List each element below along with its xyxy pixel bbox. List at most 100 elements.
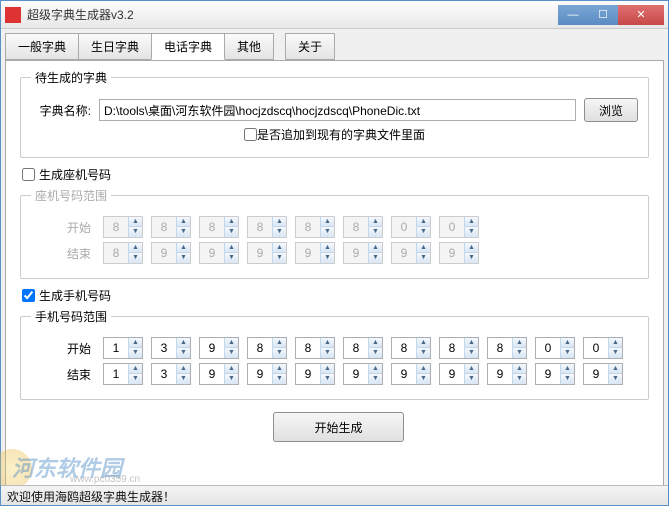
browse-button[interactable]: 浏览 — [584, 98, 638, 122]
digit-spinner[interactable]: 9▲▼ — [199, 337, 239, 359]
digit-spinner[interactable]: 1▲▼ — [103, 363, 143, 385]
spinner-up-icon[interactable]: ▲ — [512, 364, 526, 374]
spinner-up-icon[interactable]: ▲ — [464, 364, 478, 374]
spinner-up-icon[interactable]: ▲ — [224, 338, 238, 348]
digit-spinner[interactable]: 9▲▼ — [295, 363, 335, 385]
digit-spinner[interactable]: 8▲▼ — [391, 337, 431, 359]
digit-spinner[interactable]: 9▲▼ — [583, 363, 623, 385]
window-title: 超级字典生成器v3.2 — [27, 6, 558, 23]
spinner-up-icon: ▲ — [320, 217, 334, 227]
spinner-down-icon[interactable]: ▼ — [272, 348, 286, 358]
digit-spinner: 8▲▼ — [199, 216, 239, 238]
titlebar: 超级字典生成器v3.2 — ☐ ✕ — [1, 1, 668, 29]
spinner-down-icon[interactable]: ▼ — [416, 348, 430, 358]
spinner-up-icon[interactable]: ▲ — [368, 338, 382, 348]
digit-spinner: 9▲▼ — [391, 242, 431, 264]
spinner-up-icon[interactable]: ▲ — [224, 364, 238, 374]
spinner-down-icon: ▼ — [320, 253, 334, 263]
spinner-down-icon[interactable]: ▼ — [224, 374, 238, 384]
digit-spinner[interactable]: 9▲▼ — [487, 363, 527, 385]
landline-enable-checkbox[interactable] — [22, 168, 35, 181]
digit-spinner[interactable]: 8▲▼ — [295, 337, 335, 359]
spinner-up-icon[interactable]: ▲ — [272, 364, 286, 374]
digit-spinner[interactable]: 9▲▼ — [439, 363, 479, 385]
spinner-up-icon: ▲ — [368, 217, 382, 227]
digit-spinner[interactable]: 3▲▼ — [151, 363, 191, 385]
mobile-enable-checkbox[interactable] — [22, 289, 35, 302]
tab-phone[interactable]: 电话字典 — [151, 33, 225, 60]
close-button[interactable]: ✕ — [618, 5, 664, 25]
digit-spinner[interactable]: 9▲▼ — [199, 363, 239, 385]
dict-path-input[interactable] — [99, 99, 576, 121]
spinner-up-icon[interactable]: ▲ — [608, 364, 622, 374]
spinner-up-icon[interactable]: ▲ — [560, 364, 574, 374]
spinner-up-icon[interactable]: ▲ — [176, 364, 190, 374]
dict-group-legend: 待生成的字典 — [31, 69, 111, 86]
digit-spinner[interactable]: 3▲▼ — [151, 337, 191, 359]
tab-general[interactable]: 一般字典 — [5, 33, 79, 60]
spinner-down-icon: ▼ — [176, 253, 190, 263]
digit-spinner[interactable]: 8▲▼ — [247, 337, 287, 359]
digit-spinner[interactable]: 8▲▼ — [487, 337, 527, 359]
spinner-up-icon[interactable]: ▲ — [320, 364, 334, 374]
spinner-up-icon[interactable]: ▲ — [560, 338, 574, 348]
spinner-up-icon[interactable]: ▲ — [128, 364, 142, 374]
spinner-up-icon[interactable]: ▲ — [416, 364, 430, 374]
digit-spinner[interactable]: 1▲▼ — [103, 337, 143, 359]
digit-spinner[interactable]: 9▲▼ — [535, 363, 575, 385]
spinner-down-icon[interactable]: ▼ — [128, 374, 142, 384]
landline-range-legend: 座机号码范围 — [31, 187, 111, 204]
tab-birthday[interactable]: 生日字典 — [78, 33, 152, 60]
spinner-value: 1 — [104, 367, 128, 381]
watermark-icon — [0, 449, 32, 489]
minimize-button[interactable]: — — [558, 5, 588, 25]
spinner-down-icon[interactable]: ▼ — [176, 374, 190, 384]
spinner-value: 8 — [200, 220, 224, 234]
digit-spinner[interactable]: 8▲▼ — [343, 337, 383, 359]
spinner-value: 8 — [104, 220, 128, 234]
spinner-up-icon[interactable]: ▲ — [272, 338, 286, 348]
spinner-down-icon[interactable]: ▼ — [560, 348, 574, 358]
spinner-down-icon: ▼ — [320, 227, 334, 237]
spinner-up-icon[interactable]: ▲ — [176, 338, 190, 348]
spinner-up-icon[interactable]: ▲ — [608, 338, 622, 348]
generate-button[interactable]: 开始生成 — [273, 412, 403, 442]
spinner-value: 8 — [296, 341, 320, 355]
digit-spinner: 8▲▼ — [103, 216, 143, 238]
spinner-down-icon[interactable]: ▼ — [560, 374, 574, 384]
spinner-down-icon[interactable]: ▼ — [464, 348, 478, 358]
spinner-down-icon[interactable]: ▼ — [224, 348, 238, 358]
spinner-down-icon[interactable]: ▼ — [272, 374, 286, 384]
spinner-down-icon[interactable]: ▼ — [320, 374, 334, 384]
spinner-up-icon[interactable]: ▲ — [416, 338, 430, 348]
spinner-up-icon[interactable]: ▲ — [464, 338, 478, 348]
spinner-up-icon[interactable]: ▲ — [320, 338, 334, 348]
spinner-down-icon[interactable]: ▼ — [320, 348, 334, 358]
spinner-value: 9 — [392, 246, 416, 260]
tab-other[interactable]: 其他 — [224, 33, 274, 60]
append-label: 是否追加到现有的字典文件里面 — [257, 126, 425, 143]
append-checkbox[interactable] — [244, 128, 257, 141]
spinner-down-icon[interactable]: ▼ — [368, 348, 382, 358]
spinner-down-icon[interactable]: ▼ — [128, 348, 142, 358]
spinner-down-icon[interactable]: ▼ — [464, 374, 478, 384]
tab-about[interactable]: 关于 — [285, 33, 335, 60]
spinner-down-icon[interactable]: ▼ — [512, 374, 526, 384]
spinner-down-icon[interactable]: ▼ — [512, 348, 526, 358]
spinner-down-icon[interactable]: ▼ — [368, 374, 382, 384]
digit-spinner[interactable]: 0▲▼ — [535, 337, 575, 359]
spinner-down-icon: ▼ — [416, 227, 430, 237]
digit-spinner[interactable]: 9▲▼ — [247, 363, 287, 385]
spinner-up-icon[interactable]: ▲ — [368, 364, 382, 374]
digit-spinner[interactable]: 9▲▼ — [391, 363, 431, 385]
spinner-down-icon[interactable]: ▼ — [608, 348, 622, 358]
digit-spinner[interactable]: 0▲▼ — [583, 337, 623, 359]
digit-spinner[interactable]: 8▲▼ — [439, 337, 479, 359]
spinner-down-icon[interactable]: ▼ — [416, 374, 430, 384]
digit-spinner[interactable]: 9▲▼ — [343, 363, 383, 385]
spinner-up-icon[interactable]: ▲ — [128, 338, 142, 348]
spinner-down-icon[interactable]: ▼ — [608, 374, 622, 384]
spinner-up-icon[interactable]: ▲ — [512, 338, 526, 348]
maximize-button[interactable]: ☐ — [588, 5, 618, 25]
spinner-down-icon[interactable]: ▼ — [176, 348, 190, 358]
